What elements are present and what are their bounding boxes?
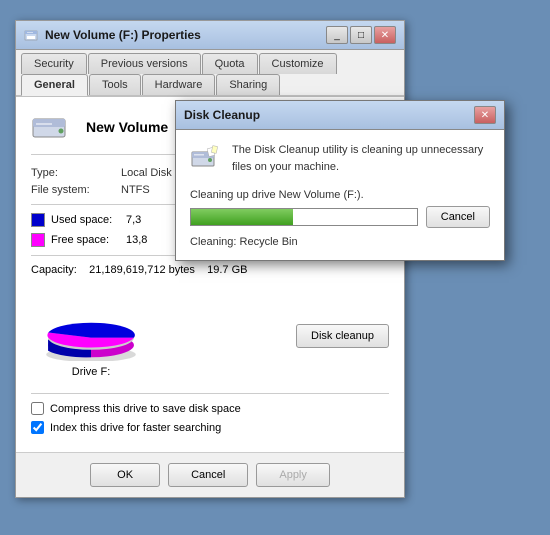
ok-button[interactable]: OK [90,463,160,487]
type-label: Type: [31,167,121,179]
divider-3 [31,393,389,394]
cleanup-cancel-button[interactable]: Cancel [426,206,490,228]
apply-button[interactable]: Apply [256,463,330,487]
tab-sharing[interactable]: Sharing [216,74,280,95]
pie-chart [31,291,151,361]
tab-tools[interactable]: Tools [89,74,141,95]
filesystem-label: File system: [31,184,121,196]
progress-label: Cleaning up drive New Volume (F:). [190,189,490,201]
filesystem-value: NTFS [121,184,150,196]
capacity-gb: 19.7 GB [207,264,247,276]
used-color-box [31,213,45,227]
cleanup-close-button[interactable]: ✕ [474,106,496,124]
free-space-label: Free space: [51,234,126,246]
title-bar: New Volume (F:) Properties _ □ ✕ [16,21,404,50]
cleanup-message: The Disk Cleanup utility is cleaning up … [232,142,490,175]
used-space-label: Used space: [51,214,126,226]
tab-general[interactable]: General [21,74,88,96]
index-label: Index this drive for faster searching [50,422,221,434]
compress-checkbox[interactable] [31,402,44,415]
window-title: New Volume (F:) Properties [45,28,201,42]
minimize-button[interactable]: _ [326,26,348,44]
bottom-buttons: OK Cancel Apply [16,452,404,497]
tab-row-2: General Tools Hardware Sharing [16,74,404,97]
tab-quota[interactable]: Quota [202,53,258,74]
chart-area: Drive F: Disk cleanup [31,291,389,378]
close-button[interactable]: ✕ [374,26,396,44]
capacity-row: Capacity: 21,189,619,712 bytes 19.7 GB [31,264,389,276]
progress-bar [190,208,418,226]
window-icon [24,27,40,43]
pie-container: Drive F: [31,291,151,378]
cleanup-icon [190,142,222,174]
tab-row-1: Security Previous versions Quota Customi… [16,50,404,75]
tab-customize[interactable]: Customize [259,53,337,74]
compress-row: Compress this drive to save disk space [31,402,389,415]
progress-bar-fill [191,209,293,225]
capacity-label: Capacity: [31,264,77,276]
free-color-box [31,233,45,247]
type-value: Local Disk [121,167,172,179]
cancel-button[interactable]: Cancel [168,463,248,487]
cleanup-dialog: Disk Cleanup ✕ The Disk Cleanup utility … [175,100,505,261]
free-space-value: 13,8 [126,234,147,246]
progress-row: Cancel [190,206,490,228]
tab-security[interactable]: Security [21,53,87,74]
cleaning-status: Cleaning: Recycle Bin [190,236,490,248]
used-space-value: 7,3 [126,214,141,226]
disk-cleanup-button[interactable]: Disk cleanup [296,324,389,348]
drive-name: New Volume [86,119,168,135]
index-checkbox[interactable] [31,421,44,434]
index-row: Index this drive for faster searching [31,421,389,434]
capacity-bytes: 21,189,619,712 bytes [89,264,195,276]
cleanup-dialog-title: Disk Cleanup [184,108,260,122]
compress-label: Compress this drive to save disk space [50,403,241,415]
drive-label: Drive F: [72,366,111,378]
cleanup-title-bar: Disk Cleanup ✕ [176,101,504,130]
maximize-button[interactable]: □ [350,26,372,44]
tab-hardware[interactable]: Hardware [142,74,216,95]
tab-previous-versions[interactable]: Previous versions [88,53,201,74]
drive-icon [31,109,71,144]
cleanup-header: The Disk Cleanup utility is cleaning up … [190,142,490,175]
cleanup-content: The Disk Cleanup utility is cleaning up … [176,130,504,260]
